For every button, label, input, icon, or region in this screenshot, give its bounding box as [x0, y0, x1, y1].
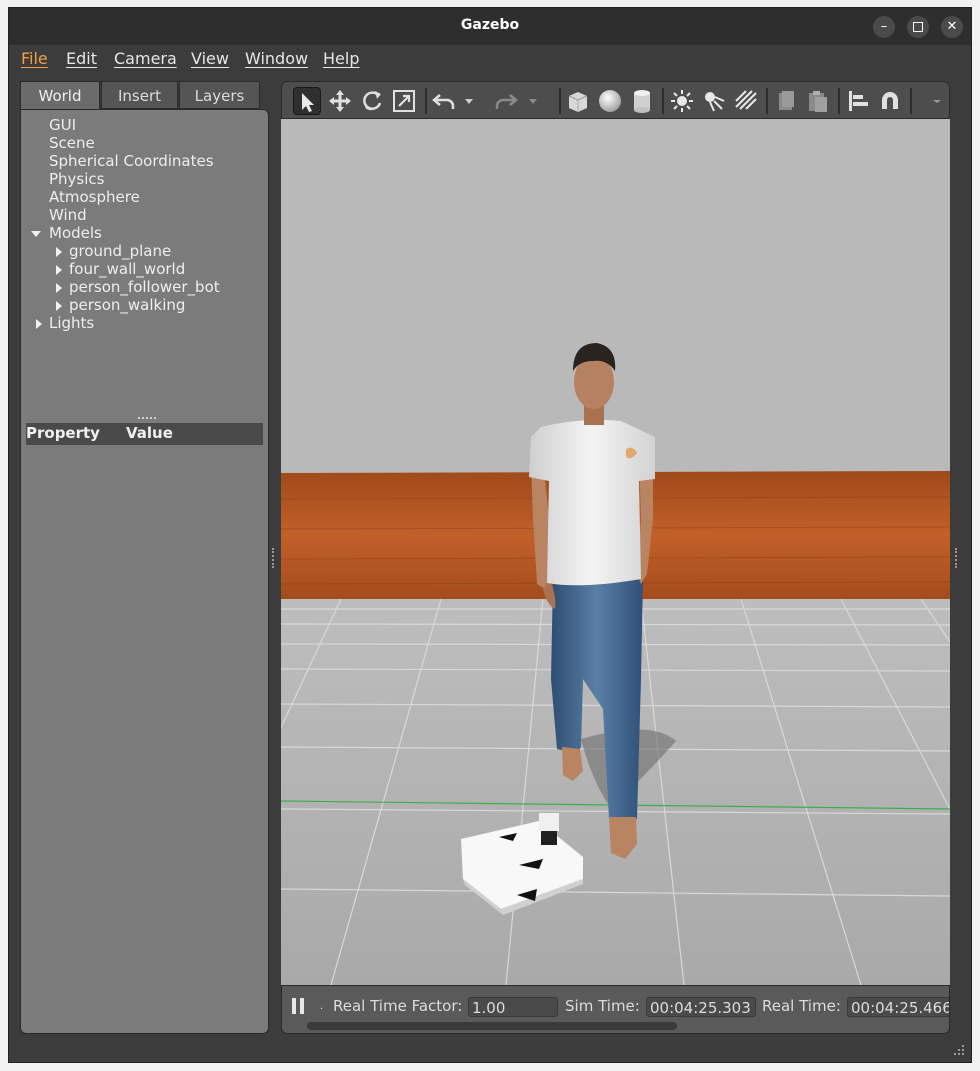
tree-item-gui[interactable]: GUI	[49, 116, 76, 134]
menu-camera[interactable]: Camera	[114, 49, 177, 68]
tree-item-ground-plane[interactable]: ground_plane	[69, 242, 171, 260]
property-column-header: Property	[26, 424, 100, 442]
toolbar-separator	[766, 88, 768, 114]
tree-item-spherical-coordinates[interactable]: Spherical Coordinates	[49, 152, 214, 170]
world-panel: GUI Scene Spherical Coordinates Physics …	[20, 109, 269, 1034]
translate-icon[interactable]	[326, 87, 354, 115]
menu-help[interactable]: Help	[323, 49, 359, 68]
tree-item-scene[interactable]: Scene	[49, 134, 95, 152]
real-time-factor-value: 1.00	[468, 997, 558, 1017]
scene-toolbar	[281, 81, 950, 119]
real-time-value: 00:04:25.466	[847, 997, 949, 1017]
menu-file[interactable]: File	[21, 49, 48, 68]
rotate-icon[interactable]	[358, 87, 386, 115]
undo-icon[interactable]	[430, 87, 458, 115]
directional-light-icon[interactable]	[732, 87, 760, 115]
left-splitter-handle[interactable]	[272, 548, 277, 568]
redo-icon[interactable]	[492, 87, 520, 115]
expand-ground-plane-icon[interactable]	[56, 247, 62, 257]
resize-grip-icon[interactable]	[953, 1044, 965, 1056]
tree-item-person-follower-bot[interactable]: person_follower_bot	[69, 278, 220, 296]
toolbar-separator	[910, 88, 912, 114]
render-viewport[interactable]	[281, 119, 950, 985]
box-icon[interactable]	[564, 87, 592, 115]
expand-person-walking-icon[interactable]	[56, 301, 62, 311]
right-splitter-handle[interactable]	[955, 548, 960, 568]
window-title: Gazebo	[460, 17, 520, 33]
toolbar-separator	[559, 88, 561, 114]
toolbar-separator	[425, 88, 427, 114]
title-bar: Gazebo – ✕	[9, 8, 971, 45]
close-button[interactable]: ✕	[941, 16, 963, 38]
point-light-icon[interactable]	[668, 87, 696, 115]
copy-icon[interactable]	[772, 87, 800, 115]
align-icon[interactable]	[844, 87, 872, 115]
expand-lights-icon[interactable]	[36, 319, 42, 329]
select-icon[interactable]	[293, 87, 321, 115]
cylinder-icon[interactable]	[628, 87, 656, 115]
status-dot: .	[320, 1001, 324, 1012]
tab-layers[interactable]: Layers	[179, 81, 260, 109]
real-time-factor-label: Real Time Factor:	[333, 997, 463, 1015]
tab-world[interactable]: World	[20, 81, 100, 109]
sim-time-value: 00:04:25.303	[646, 997, 756, 1017]
pause-icon[interactable]	[292, 998, 306, 1016]
undo-dropdown-icon[interactable]	[462, 87, 476, 115]
menu-edit[interactable]: Edit	[66, 49, 97, 68]
value-column-header: Value	[126, 424, 173, 442]
tree-item-atmosphere[interactable]: Atmosphere	[49, 188, 140, 206]
paste-icon[interactable]	[804, 87, 832, 115]
status-horizontal-scrollbar[interactable]	[307, 1022, 677, 1030]
toolbar-separator	[662, 88, 664, 114]
tree-item-person-walking[interactable]: person_walking	[69, 296, 185, 314]
property-table-header: Property Value	[26, 423, 263, 445]
expand-models-icon[interactable]	[31, 231, 41, 237]
snap-icon[interactable]	[876, 87, 904, 115]
redo-dropdown-icon[interactable]	[526, 87, 540, 115]
sphere-icon[interactable]	[596, 87, 624, 115]
tree-item-physics[interactable]: Physics	[49, 170, 104, 188]
sim-time-label: Sim Time:	[565, 997, 640, 1015]
scale-icon[interactable]	[390, 87, 418, 115]
menu-view[interactable]: View	[191, 49, 229, 68]
minimize-button[interactable]: –	[873, 16, 895, 38]
maximize-button[interactable]	[907, 16, 929, 38]
menu-bar: File Edit Camera View Window Help	[9, 45, 971, 73]
gazebo-window: Gazebo – ✕ File Edit Camera View Window …	[9, 8, 971, 1062]
real-time-label: Real Time:	[762, 997, 841, 1015]
menu-window[interactable]: Window	[245, 49, 308, 68]
expand-person-follower-bot-icon[interactable]	[56, 283, 62, 293]
expand-four-wall-world-icon[interactable]	[56, 265, 62, 275]
tab-insert[interactable]: Insert	[101, 81, 178, 109]
tree-item-four-wall-world[interactable]: four_wall_world	[69, 260, 185, 278]
toolbar-overflow-icon[interactable]	[930, 87, 944, 115]
tree-item-wind[interactable]: Wind	[49, 206, 87, 224]
tree-item-lights[interactable]: Lights	[49, 314, 94, 332]
spot-light-icon[interactable]	[700, 87, 728, 115]
tree-item-models[interactable]: Models	[49, 224, 102, 242]
toolbar-separator	[838, 88, 840, 114]
time-status-bar: . Real Time Factor: 1.00 Sim Time: 00:04…	[281, 985, 950, 1034]
scene-render	[281, 119, 950, 985]
